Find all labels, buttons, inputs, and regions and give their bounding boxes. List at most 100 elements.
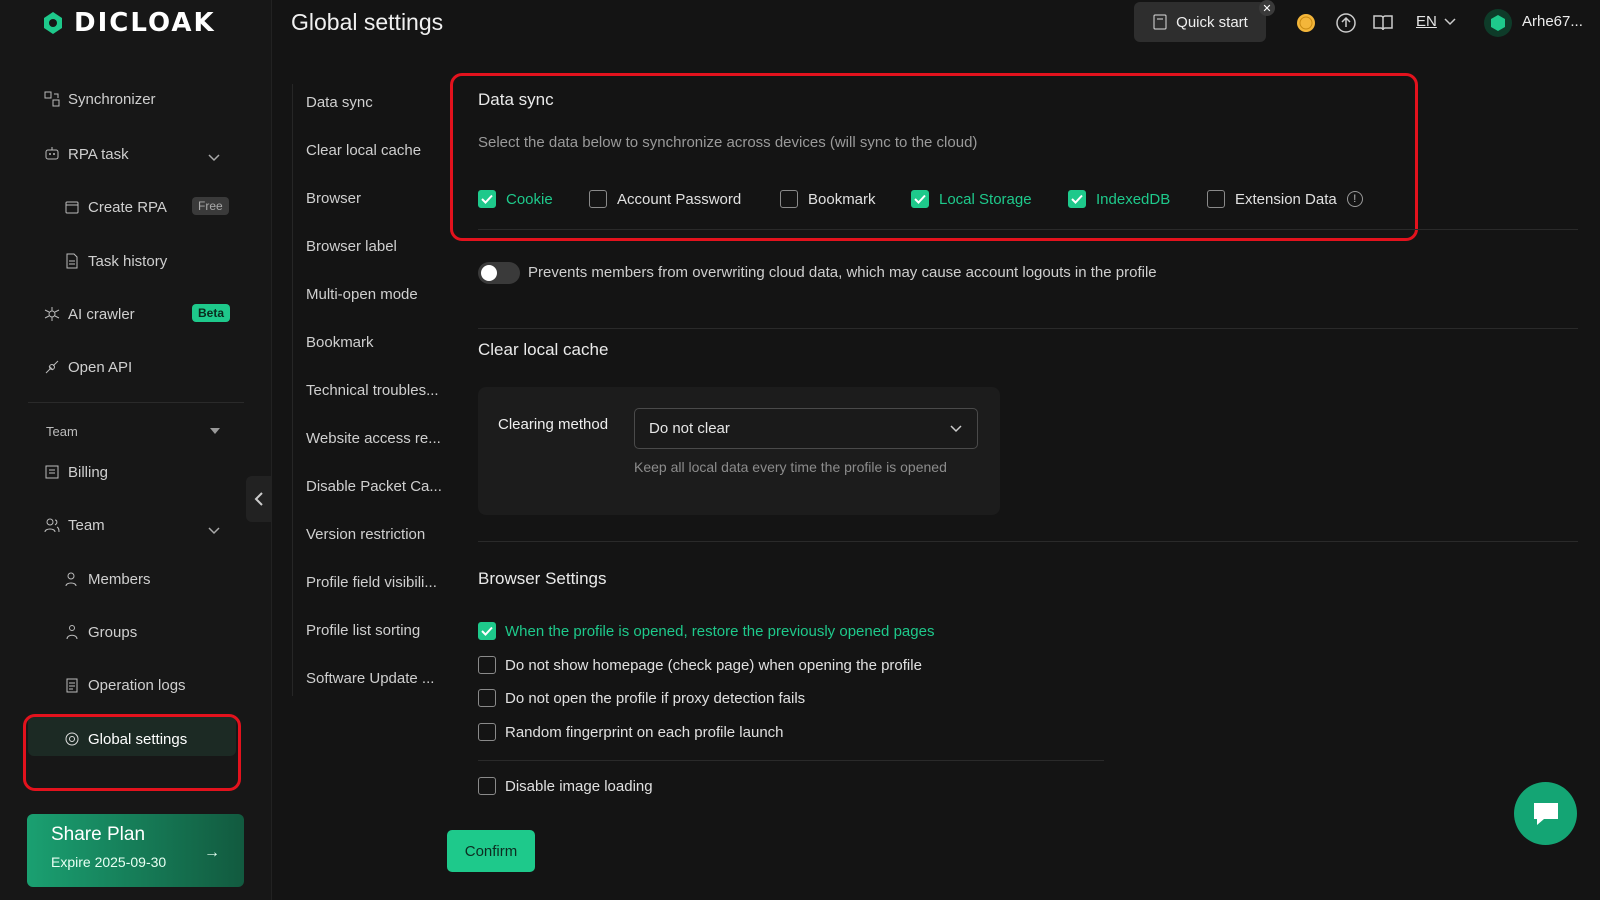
subnav-item-website-access[interactable]: Website access re...	[306, 430, 441, 447]
sidebar: DICLOAK Synchronizer RPA task Create RPA…	[0, 0, 272, 900]
sidebar-item-label: Open API	[68, 358, 133, 376]
random-fingerprint-checkbox[interactable]: Random fingerprint on each profile launc…	[478, 723, 784, 741]
robot-icon	[44, 146, 60, 162]
checkbox-unchecked-icon	[780, 190, 798, 208]
sidebar-item-groups[interactable]: Groups	[64, 620, 137, 644]
hide-homepage-checkbox[interactable]: Do not show homepage (check page) when o…	[478, 656, 922, 674]
chevron-down-icon	[950, 424, 962, 432]
sidebar-item-ai-crawler[interactable]: AI crawler	[44, 302, 135, 326]
chevron-left-icon	[254, 492, 263, 506]
subnav-item-technical-troubleshooting[interactable]: Technical troubles...	[306, 382, 439, 399]
free-badge: Free	[192, 197, 229, 215]
checkbox-checked-icon	[478, 622, 496, 640]
chat-icon	[1533, 802, 1558, 825]
checkbox-label: Do not open the profile if proxy detecti…	[505, 689, 806, 707]
sidebar-item-global-settings[interactable]: Global settings	[64, 727, 187, 751]
sidebar-item-label: Billing	[68, 463, 109, 481]
clear-cache-card	[478, 387, 1000, 515]
checkbox-label: Bookmark	[808, 190, 876, 208]
share-plan-card[interactable]: Share Plan Expire 2025-09-30 →	[27, 814, 244, 887]
subnav-item-software-update[interactable]: Software Update ...	[306, 670, 434, 687]
sidebar-item-operation-logs[interactable]: Operation logs	[64, 673, 186, 697]
share-plan-expire: Expire 2025-09-30	[51, 854, 167, 870]
coin-icon[interactable]	[1295, 12, 1317, 34]
restore-pages-checkbox[interactable]: When the profile is opened, restore the …	[478, 622, 934, 640]
create-icon	[64, 199, 80, 215]
upload-icon[interactable]	[1335, 12, 1357, 34]
avatar[interactable]	[1484, 9, 1512, 37]
book-open-icon[interactable]	[1372, 12, 1394, 34]
chevron-down-icon[interactable]	[207, 523, 221, 537]
subnav-item-multi-open-mode[interactable]: Multi-open mode	[306, 286, 418, 303]
subnav-item-bookmark[interactable]: Bookmark	[306, 334, 374, 351]
user-avatar-icon	[1491, 15, 1505, 31]
groups-icon	[64, 624, 80, 640]
sidebar-item-label: Operation logs	[88, 676, 186, 694]
billing-icon	[44, 464, 60, 480]
subnav-item-browser[interactable]: Browser	[306, 190, 361, 207]
quick-start-button[interactable]: Quick start	[1134, 2, 1266, 42]
username[interactable]: Arhe67...	[1522, 13, 1583, 30]
subnav-item-profile-list-sorting[interactable]: Profile list sorting	[306, 622, 420, 639]
indexeddb-checkbox[interactable]: IndexedDB	[1068, 190, 1170, 208]
extension-data-checkbox[interactable]: Extension Data !	[1207, 190, 1363, 208]
sidebar-item-members[interactable]: Members	[64, 567, 151, 591]
checkbox-unchecked-icon	[478, 689, 496, 707]
logo[interactable]: DICLOAK	[40, 8, 216, 38]
prevent-overwrite-toggle[interactable]	[478, 262, 520, 284]
subnav-item-version-restriction[interactable]: Version restriction	[306, 526, 425, 543]
browser-settings-title: Browser Settings	[478, 569, 607, 588]
clear-cache-title: Clear local cache	[478, 340, 609, 359]
sidebar-item-rpa-task[interactable]: RPA task	[44, 142, 129, 166]
checkbox-label: Cookie	[506, 190, 553, 208]
data-sync-description: Select the data below to synchronize acr…	[478, 134, 978, 151]
caret-down-icon[interactable]	[210, 428, 220, 434]
account-password-checkbox[interactable]: Account Password	[589, 190, 741, 208]
sidebar-item-billing[interactable]: Billing	[44, 460, 108, 484]
people-icon	[44, 517, 60, 533]
language-label: EN	[1416, 13, 1437, 30]
subnav-item-profile-field-visibility[interactable]: Profile field visibili...	[306, 574, 437, 591]
checkbox-unchecked-icon	[478, 723, 496, 741]
close-icon[interactable]: ✕	[1259, 0, 1275, 16]
language-selector[interactable]: EN	[1416, 13, 1457, 30]
sidebar-item-label: Groups	[88, 623, 138, 641]
chevron-down-icon[interactable]	[207, 150, 221, 164]
checkbox-label: When the profile is opened, restore the …	[505, 622, 935, 640]
proxy-detection-checkbox[interactable]: Do not open the profile if proxy detecti…	[478, 689, 805, 707]
subnav-item-clear-local-cache[interactable]: Clear local cache	[306, 142, 421, 159]
clearing-method-label: Clearing method	[498, 416, 609, 433]
log-icon	[64, 677, 80, 693]
subnav-item-data-sync[interactable]: Data sync	[306, 94, 373, 111]
sync-icon	[44, 91, 60, 107]
subnav-item-browser-label[interactable]: Browser label	[306, 238, 397, 255]
bookmark-checkbox[interactable]: Bookmark	[780, 190, 876, 208]
collapse-sidebar-button[interactable]	[246, 476, 272, 522]
cookie-checkbox[interactable]: Cookie	[478, 190, 553, 208]
subnav-item-disable-packet-capture[interactable]: Disable Packet Ca...	[306, 478, 442, 495]
quick-start-label: Quick start	[1176, 13, 1248, 31]
local-storage-checkbox[interactable]: Local Storage	[911, 190, 1032, 208]
logo-icon	[44, 12, 62, 34]
sidebar-item-create-rpa[interactable]: Create RPA	[64, 195, 167, 219]
sidebar-item-synchronizer[interactable]: Synchronizer	[44, 87, 156, 111]
checkbox-unchecked-icon	[478, 656, 496, 674]
disable-image-loading-checkbox[interactable]: Disable image loading	[478, 777, 653, 795]
clearing-method-select[interactable]: Do not clear	[634, 408, 978, 449]
spider-icon	[44, 306, 60, 322]
document-icon	[64, 253, 80, 269]
sidebar-item-open-api[interactable]: Open API	[44, 355, 132, 379]
member-icon	[64, 571, 80, 587]
sidebar-item-label: AI crawler	[68, 305, 135, 323]
sidebar-item-label: RPA task	[68, 145, 129, 163]
sidebar-item-team[interactable]: Team	[44, 513, 105, 537]
checkbox-checked-icon	[911, 190, 929, 208]
checkbox-unchecked-icon	[589, 190, 607, 208]
checkbox-label: Extension Data	[1235, 190, 1337, 208]
confirm-button[interactable]: Confirm	[447, 830, 535, 872]
info-icon[interactable]: !	[1346, 191, 1363, 207]
chat-support-button[interactable]	[1514, 782, 1577, 845]
divider	[28, 402, 244, 403]
beta-badge: Beta	[192, 304, 231, 322]
sidebar-item-task-history[interactable]: Task history	[64, 249, 167, 273]
